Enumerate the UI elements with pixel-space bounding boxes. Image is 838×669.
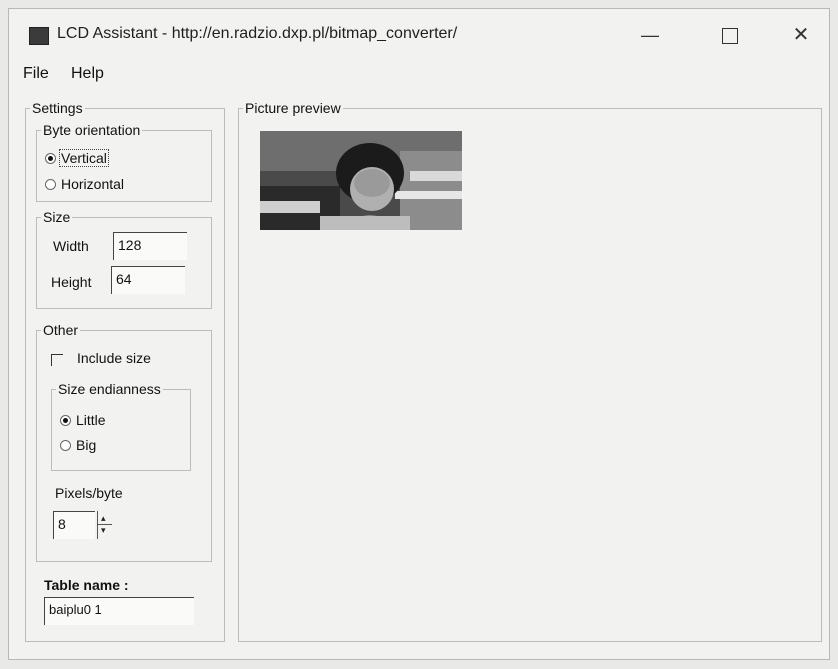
maximize-button[interactable] xyxy=(714,21,746,49)
table-name-label: Table name : xyxy=(44,577,129,593)
menu-bar: File Help xyxy=(9,61,829,87)
width-field[interactable]: 128 xyxy=(113,232,187,260)
pixels-per-byte-spinner[interactable]: ▴ ▾ xyxy=(97,511,112,539)
radio-big-label[interactable]: Big xyxy=(76,437,96,453)
table-name-field[interactable]: baiplu0 1 xyxy=(44,597,194,625)
radio-little[interactable] xyxy=(60,415,71,426)
radio-big[interactable] xyxy=(60,440,71,451)
pixels-per-byte-label: Pixels/byte xyxy=(55,485,123,501)
size-group: Size Width 128 Height 64 xyxy=(36,209,212,309)
include-size-label[interactable]: Include size xyxy=(77,350,151,366)
height-label: Height xyxy=(51,274,92,290)
menu-file[interactable]: File xyxy=(23,65,49,83)
byte-orientation-group: Byte orientation Vertical Horizontal xyxy=(36,122,212,202)
preview-image xyxy=(260,131,462,230)
height-field[interactable]: 64 xyxy=(111,266,185,294)
menu-help[interactable]: Help xyxy=(71,65,104,83)
width-label: Width xyxy=(53,238,89,254)
app-icon xyxy=(29,27,49,45)
minimize-button[interactable]: — xyxy=(634,21,666,49)
close-button[interactable]: ✕ xyxy=(785,21,817,49)
vertical-label-text: Vertical xyxy=(59,149,109,167)
settings-legend: Settings xyxy=(30,100,85,116)
app-window: LCD Assistant - http://en.radzio.dxp.pl/… xyxy=(8,8,830,660)
other-legend: Other xyxy=(41,322,81,338)
byte-orientation-legend: Byte orientation xyxy=(41,122,143,138)
radio-horizontal-label[interactable]: Horizontal xyxy=(61,176,124,192)
radio-horizontal[interactable] xyxy=(45,179,56,190)
include-size-checkbox[interactable] xyxy=(51,354,63,366)
radio-little-label[interactable]: Little xyxy=(76,412,106,428)
title-bar[interactable]: LCD Assistant - http://en.radzio.dxp.pl/… xyxy=(9,9,829,59)
radio-vertical-label[interactable]: Vertical xyxy=(59,149,109,167)
window-title: LCD Assistant - http://en.radzio.dxp.pl/… xyxy=(57,25,458,42)
spin-up-icon[interactable]: ▴ xyxy=(101,514,106,523)
other-group: Other Include size Size endianness Littl… xyxy=(36,322,212,562)
picture-preview-legend: Picture preview xyxy=(243,100,343,116)
size-legend: Size xyxy=(41,209,73,225)
spin-down-icon[interactable]: ▾ xyxy=(101,526,106,535)
radio-vertical[interactable] xyxy=(45,153,56,164)
pixels-per-byte-field[interactable]: 8 xyxy=(53,511,95,539)
maximize-icon xyxy=(722,28,738,44)
size-endianness-legend: Size endianness xyxy=(56,381,163,397)
size-endianness-group: Size endianness Little Big xyxy=(51,381,191,471)
settings-group: Settings Byte orientation Vertical Horiz… xyxy=(25,100,225,642)
